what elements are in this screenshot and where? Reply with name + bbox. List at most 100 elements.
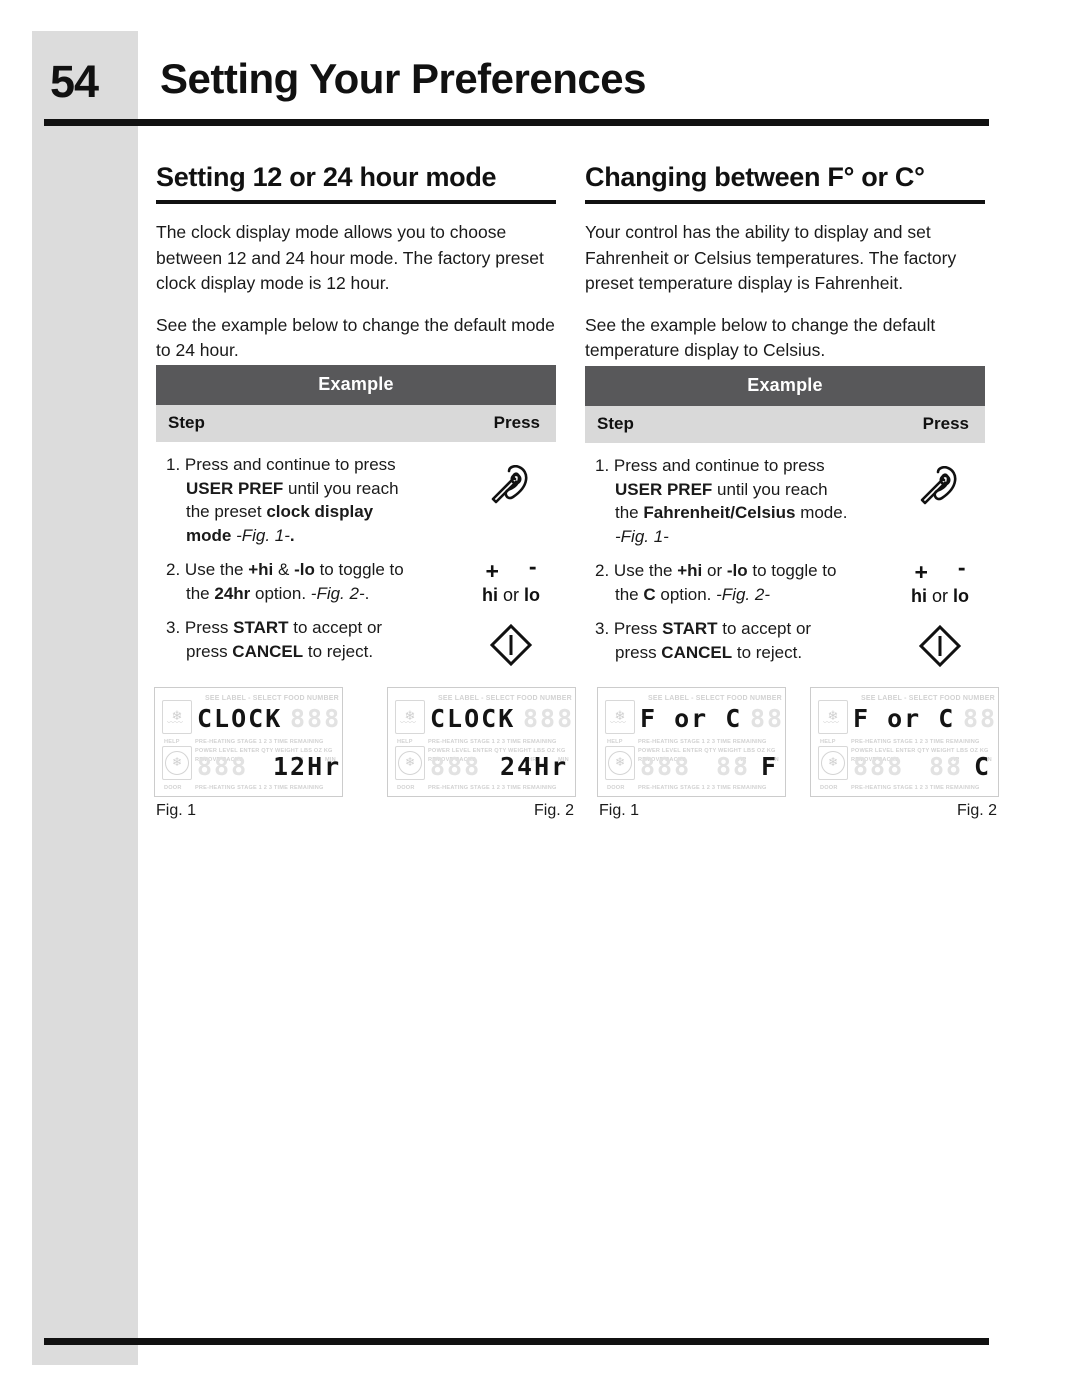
- step-number: 3.: [166, 618, 181, 637]
- lcd-top-segment-active: CLOCK: [430, 704, 516, 733]
- step-line-1-end: to toggle to: [314, 560, 404, 579]
- figure-caption: Fig. 2: [533, 802, 574, 819]
- wave-icon: 〰〰: [610, 718, 626, 727]
- wave-icon: 〰〰: [823, 718, 839, 727]
- paragraph-temp-2: See the example below to change the defa…: [585, 314, 936, 361]
- fan-icon: ❄: [608, 751, 632, 775]
- press-cell: [895, 454, 985, 511]
- lcd-label-row-1: PRE-HEATING STAGE 1 2 3 TIME REMAINING: [851, 739, 980, 745]
- footer-rule: [44, 1338, 989, 1345]
- step-fig-ref: -Fig. 2-: [716, 584, 770, 604]
- section-heading-clock: Setting 12 or 24 hour mode: [156, 162, 497, 192]
- figure-caption: Fig. 1: [156, 802, 197, 819]
- step-line-4-end: .: [289, 525, 295, 545]
- hi-label: hi: [481, 585, 498, 605]
- lcd-bottom-segment-active: 12Hr: [273, 752, 342, 781]
- lcd-top-segment-active: F or C: [640, 704, 743, 733]
- lcd-door-label: DOOR: [820, 785, 838, 791]
- step-line-2: press: [615, 642, 662, 662]
- table-row: 1. Press and continue to press USER PREF…: [156, 442, 556, 547]
- lcd-top-segment-inactive: 888: [963, 704, 998, 733]
- step-line-2-end: to reject.: [303, 641, 374, 661]
- lcd-help-label: HELP: [607, 739, 623, 745]
- step-line-2: until you reach: [712, 479, 828, 499]
- step-line-3: the preset: [186, 502, 267, 521]
- step-bold-mode: mode: [186, 525, 232, 545]
- figure-caption: Fig. 1: [599, 802, 640, 819]
- page-spine-band: [32, 31, 138, 1365]
- step-bold-start: START: [662, 619, 718, 638]
- step-line-3: the: [615, 503, 644, 522]
- table-row: 2. Use the +hi or -lo to toggle to the C…: [585, 548, 985, 607]
- step-text: 3. Press START to accept or press CANCEL…: [585, 617, 895, 664]
- figure-caption: Fig. 2: [956, 802, 997, 819]
- step-bold-hi: +hi: [248, 560, 274, 579]
- step-text: 3. Press START to accept or press CANCEL…: [156, 616, 466, 663]
- step-number: 2.: [166, 560, 181, 579]
- press-cell: + - hi or lo: [466, 553, 556, 606]
- lcd-bottom-left-inactive: 888: [430, 752, 482, 781]
- lcd-bottom-segment-active: C: [974, 752, 992, 781]
- door-icon-box: ❄: [605, 746, 635, 780]
- oven-display-panel: ❄ 〰〰 ❄ SEE LABEL - SELECT FOOD NUMBER HE…: [387, 687, 576, 797]
- lcd-door-label: DOOR: [397, 785, 415, 791]
- lcd-bottom-label: PRE-HEATING STAGE 1 2 3 TIME REMAINING: [638, 785, 767, 791]
- oven-display-panel: ❄ 〰〰 ❄ SEE LABEL - SELECT FOOD NUMBER HE…: [810, 687, 999, 797]
- step-bold-cancel: CANCEL: [232, 641, 304, 661]
- step-bold-fahrenheit-celsius: Fahrenheit/Celsius: [643, 503, 796, 522]
- step-fig-ref: -Fig. 2-: [310, 583, 365, 603]
- example-table-title: Example: [585, 366, 985, 406]
- lcd-bottom-label: PRE-HEATING STAGE 1 2 3 TIME REMAINING: [195, 785, 324, 791]
- press-cell: [466, 616, 556, 673]
- user-pref-wrench-icon: [918, 465, 962, 511]
- step-line-2: press: [186, 641, 233, 661]
- lcd-bottom-left-inactive: 888: [853, 752, 905, 781]
- example-table-subhead: Step Press: [585, 406, 985, 443]
- column-header-step: Step: [168, 413, 205, 432]
- step-conj: or: [702, 561, 727, 580]
- example-table-clock: Example Step Press 1. Press and continue…: [156, 365, 556, 673]
- step-number: 3.: [595, 619, 610, 638]
- lcd-top-banner: SEE LABEL - SELECT FOOD NUMBER: [438, 695, 572, 702]
- lcd-label-row-1: PRE-HEATING STAGE 1 2 3 TIME REMAINING: [195, 739, 324, 745]
- table-row: 2. Use the +hi & -lo to toggle to the 24…: [156, 547, 556, 606]
- help-icon-box: ❄ 〰〰: [162, 700, 192, 734]
- lcd-bottom-segment-active: 24Hr: [500, 752, 569, 781]
- column-header-press: Press: [922, 414, 969, 433]
- lcd-top-segment-inactive: 888: [523, 704, 575, 733]
- example-table-title: Example: [156, 365, 556, 405]
- step-number: 1.: [166, 455, 181, 474]
- paragraph-temp-1: Your control has the ability to display …: [585, 222, 957, 293]
- lcd-bottom-placeholder: 88: [929, 752, 964, 781]
- minus-sign: -: [528, 553, 537, 579]
- hi-label: hi: [910, 586, 927, 606]
- step-text: 2. Use the +hi or -lo to toggle to the C…: [585, 559, 895, 606]
- step-line-2: the: [615, 584, 644, 604]
- press-cell: [466, 453, 556, 510]
- step-number: 2.: [595, 561, 610, 580]
- lo-label: lo: [953, 586, 969, 606]
- step-fig-ref: -Fig. 1-: [615, 526, 669, 546]
- page-number: 54: [50, 56, 99, 107]
- column-header-press: Press: [493, 413, 540, 432]
- press-cell: [895, 617, 985, 674]
- step-line-2-end: to reject.: [732, 642, 803, 662]
- table-row: 3. Press START to accept or press CANCEL…: [156, 605, 556, 673]
- lcd-top-banner: SEE LABEL - SELECT FOOD NUMBER: [205, 695, 339, 702]
- or-label: or: [926, 586, 953, 606]
- step-bold-hi: +hi: [677, 561, 703, 580]
- table-row: 3. Press START to accept or press CANCEL…: [585, 606, 985, 674]
- figure-clock-24hr: ❄ 〰〰 ❄ SEE LABEL - SELECT FOOD NUMBER HE…: [387, 687, 576, 819]
- lcd-bottom-label: PRE-HEATING STAGE 1 2 3 TIME REMAINING: [851, 785, 980, 791]
- paragraph-clock-2: See the example below to change the defa…: [156, 314, 555, 361]
- step-line-2-end: .: [364, 583, 370, 603]
- lcd-help-label: HELP: [820, 739, 836, 745]
- wave-icon: 〰〰: [400, 718, 416, 727]
- step-bold-userpref: USER PREF: [615, 479, 713, 499]
- example-table-subhead: Step Press: [156, 405, 556, 442]
- lcd-top-banner: SEE LABEL - SELECT FOOD NUMBER: [861, 695, 995, 702]
- minus-sign: -: [957, 554, 966, 580]
- lcd-top-segment-inactive: 888: [750, 704, 785, 733]
- step-bold-lo: -lo: [726, 561, 748, 580]
- step-line-2-mid: option.: [250, 583, 311, 603]
